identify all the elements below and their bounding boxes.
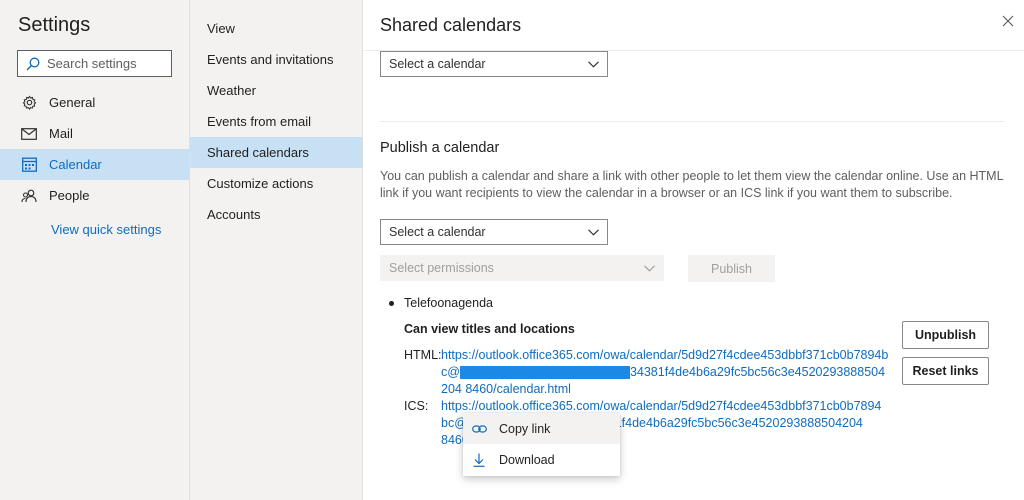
- subnav-item-weather[interactable]: Weather: [190, 75, 362, 106]
- unpublish-button[interactable]: Unpublish: [902, 321, 989, 349]
- calendar-icon: [20, 157, 38, 172]
- section-divider: [380, 121, 1004, 122]
- subnav-item-view[interactable]: View: [190, 13, 362, 44]
- download-menu-item[interactable]: Download: [463, 444, 620, 475]
- search-placeholder: Search settings: [47, 56, 137, 71]
- subnav-item-events-from-email[interactable]: Events from email: [190, 106, 362, 137]
- copy-link-menu-item[interactable]: Copy link: [463, 413, 620, 444]
- chevron-down-icon: [588, 60, 599, 68]
- subnav-item-accounts[interactable]: Accounts: [190, 199, 362, 230]
- redaction-bar: [459, 366, 630, 380]
- settings-title: Settings: [18, 14, 91, 36]
- download-icon: [470, 453, 488, 467]
- subnav-item-customize-actions[interactable]: Customize actions: [190, 168, 362, 199]
- permissions-select[interactable]: Select permissions: [380, 255, 664, 281]
- calendar-subnav: View Events and invitations Weather Even…: [190, 0, 363, 500]
- settings-sidebar: Settings Search settings General Mail Ca…: [0, 0, 190, 500]
- link-context-menu: Copy link Download: [463, 413, 620, 476]
- bullet: [389, 301, 394, 306]
- view-quick-settings-link[interactable]: View quick settings: [51, 222, 161, 237]
- close-button[interactable]: [1002, 14, 1014, 32]
- page-title: Shared calendars: [380, 15, 522, 35]
- search-input[interactable]: Search settings: [17, 50, 172, 77]
- html-link[interactable]: https://outlook.office365.com/owa/calend…: [441, 347, 891, 398]
- gear-icon: [20, 95, 38, 110]
- html-label: HTML:: [404, 348, 442, 362]
- chevron-down-icon: [644, 264, 655, 272]
- reset-links-button[interactable]: Reset links: [902, 357, 989, 385]
- publish-description: You can publish a calendar and share a l…: [380, 169, 1004, 200]
- share-calendar-select[interactable]: Select a calendar: [380, 51, 608, 77]
- sidebar-item-people[interactable]: People: [0, 180, 189, 211]
- link-icon: [470, 424, 488, 434]
- ics-label: ICS:: [404, 399, 429, 413]
- sidebar-item-general[interactable]: General: [0, 87, 189, 118]
- publish-button[interactable]: Publish: [688, 255, 775, 282]
- sidebar-item-calendar[interactable]: Calendar: [0, 149, 189, 180]
- close-icon: [1002, 15, 1014, 27]
- mail-icon: [20, 127, 38, 140]
- permission-label: Can view titles and locations: [404, 322, 575, 336]
- search-icon: [26, 57, 40, 70]
- publish-heading: Publish a calendar: [380, 140, 500, 156]
- publish-calendar-select[interactable]: Select a calendar: [380, 219, 608, 245]
- published-calendar-name: Telefoonagenda: [404, 296, 493, 310]
- chevron-down-icon: [588, 228, 599, 236]
- people-icon: [20, 189, 38, 203]
- subnav-item-events-and-invitations[interactable]: Events and invitations: [190, 44, 362, 75]
- subnav-item-shared-calendars[interactable]: Shared calendars: [190, 137, 362, 168]
- sidebar-item-mail[interactable]: Mail: [0, 118, 189, 149]
